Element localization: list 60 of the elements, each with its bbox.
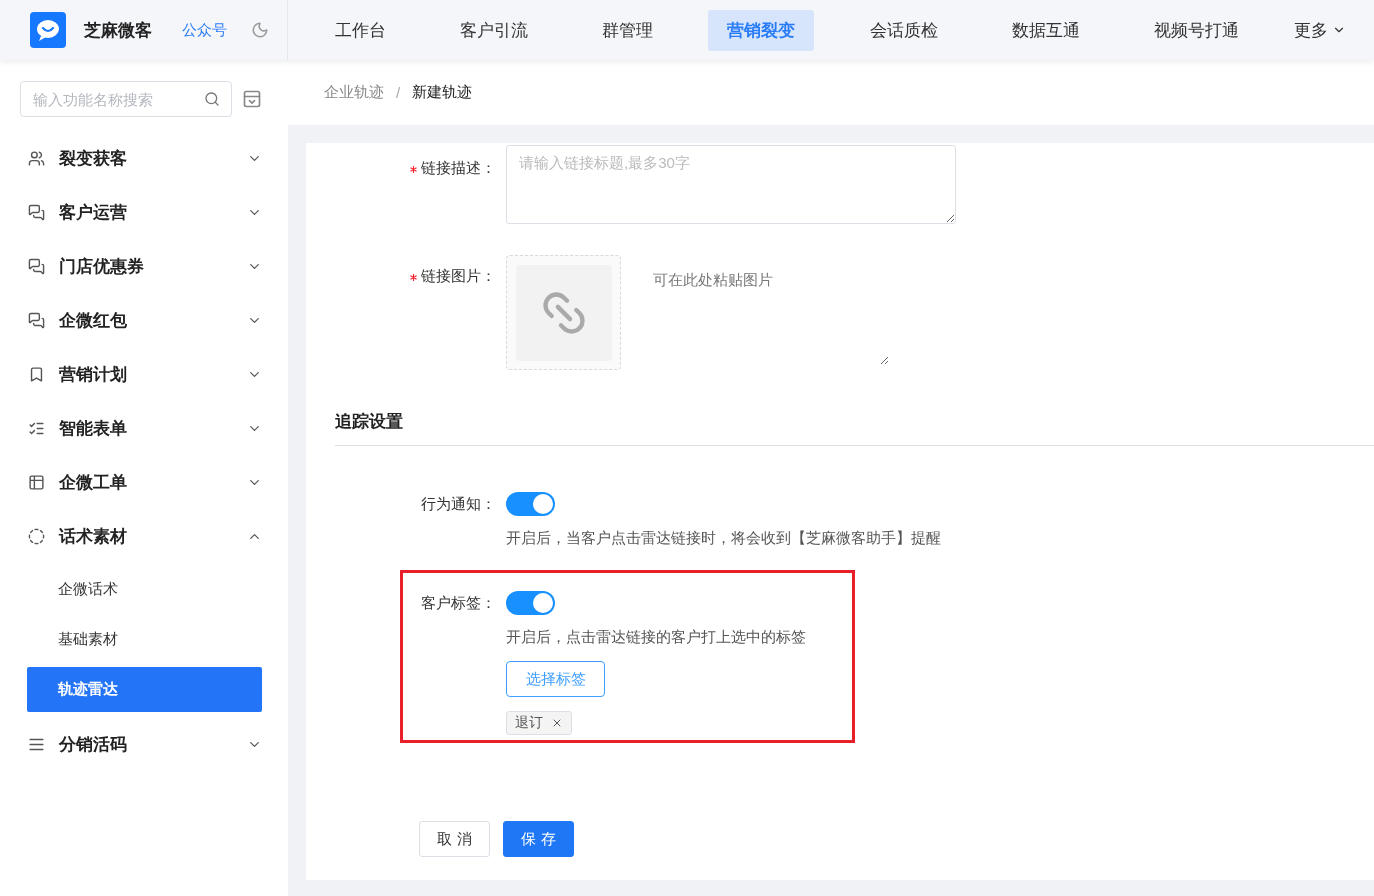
group-label: 企微红包 bbox=[59, 309, 128, 332]
breadcrumb-item[interactable]: 企业轨迹 bbox=[324, 83, 384, 102]
tag-label: 退订 bbox=[515, 714, 543, 732]
sidebar-group[interactable]: 营销计划 bbox=[20, 347, 262, 401]
moon-icon[interactable] bbox=[251, 21, 269, 39]
sidebar-group[interactable]: 企微工单 bbox=[20, 455, 262, 509]
sidebar-group[interactable]: 智能表单 bbox=[20, 401, 262, 455]
group-label: 营销计划 bbox=[59, 363, 128, 386]
menu-icon bbox=[28, 365, 45, 383]
nav-tab[interactable]: 群管理 bbox=[583, 9, 673, 51]
group-label: 话术素材 bbox=[59, 525, 128, 548]
breadcrumb-item: 新建轨迹 bbox=[412, 83, 473, 102]
nav-tab[interactable]: 视频号打通 bbox=[1134, 9, 1258, 51]
menu-icon bbox=[28, 311, 45, 329]
save-button[interactable]: 保 存 bbox=[503, 821, 574, 857]
sidebar-item[interactable]: 基础素材 bbox=[27, 617, 262, 662]
group-label: 门店优惠券 bbox=[59, 255, 145, 278]
close-icon[interactable] bbox=[551, 717, 563, 729]
hint-text: 开启后，点击雷达链接的客户打上选中的标签 bbox=[506, 628, 807, 647]
group-label: 企微工单 bbox=[59, 471, 128, 494]
search-field[interactable]: 输入功能名称搜索 bbox=[20, 81, 232, 117]
form-label: 链接描述： bbox=[335, 145, 496, 224]
group-label: 裂变获客 bbox=[59, 147, 128, 170]
cancel-button[interactable]: 取 消 bbox=[419, 821, 490, 857]
brand-name: 芝麻微客 bbox=[84, 19, 152, 42]
menu-icon bbox=[28, 203, 45, 221]
menu-icon bbox=[28, 473, 45, 491]
sidebar-group[interactable]: 分销活码 bbox=[20, 717, 262, 771]
section-title: 追踪设置 bbox=[335, 410, 1374, 446]
breadcrumb-separator: / bbox=[396, 84, 401, 101]
logo-icon bbox=[30, 12, 66, 48]
menu-icon bbox=[28, 149, 45, 167]
nav-tab[interactable]: 数据互通 bbox=[992, 9, 1099, 51]
sidebar-group[interactable]: 客户运营 bbox=[20, 185, 262, 239]
sidebar-group[interactable]: 门店优惠券 bbox=[20, 239, 262, 293]
form-label: 链接图片： bbox=[335, 255, 496, 370]
sidebar-group[interactable]: 裂变获客 bbox=[20, 131, 262, 185]
nav-tab[interactable]: 工作台 bbox=[316, 9, 406, 51]
menu-icon bbox=[28, 527, 45, 545]
menu-icon bbox=[28, 257, 45, 275]
description-field[interactable]: 请输入链接标题,最多30字 bbox=[506, 145, 956, 224]
toggle-switch[interactable] bbox=[506, 492, 555, 516]
sidebar-group[interactable]: 话术素材 bbox=[20, 509, 262, 563]
search-icon bbox=[204, 91, 220, 107]
official-account-link[interactable]: 公众号 bbox=[182, 20, 227, 40]
image-upload[interactable] bbox=[506, 255, 621, 370]
group-label: 客户运营 bbox=[59, 201, 128, 224]
nav-tab[interactable]: 客户引流 bbox=[441, 9, 548, 51]
group-label: 智能表单 bbox=[59, 417, 128, 440]
toggle-switch[interactable] bbox=[506, 591, 555, 615]
more-menu[interactable]: 更多 bbox=[1293, 18, 1346, 42]
form-label: 客户标签： bbox=[420, 593, 496, 613]
nav-tab[interactable]: 会话质检 bbox=[850, 9, 957, 51]
sidebar-item[interactable]: 轨迹雷达 bbox=[27, 667, 262, 712]
sidebar-group[interactable]: 企微红包 bbox=[20, 293, 262, 347]
group-label: 分销活码 bbox=[59, 733, 128, 756]
window-icon[interactable] bbox=[242, 89, 262, 109]
sidebar-item[interactable]: 企微话术 bbox=[27, 567, 262, 612]
hint-text: 开启后，当客户点击雷达链接时，将会收到【芝麻微客助手】提醒 bbox=[506, 529, 942, 548]
form-label: 行为通知： bbox=[420, 494, 496, 514]
